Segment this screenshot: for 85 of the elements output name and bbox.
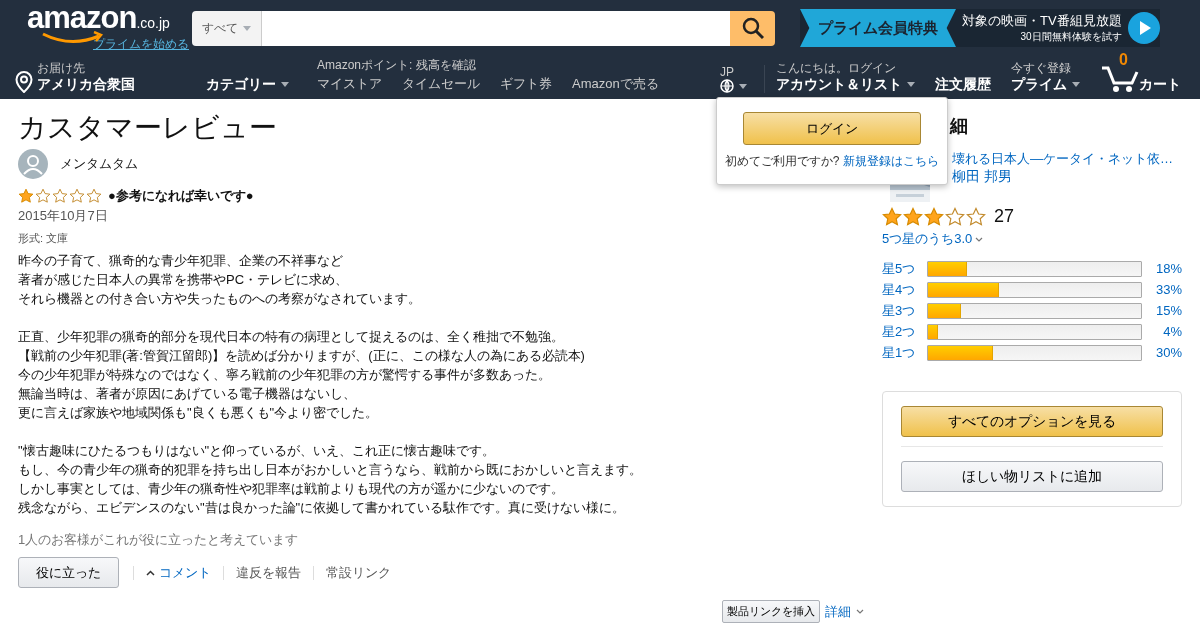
percent-link[interactable]: 33% [1142,282,1182,297]
play-icon [1127,12,1160,44]
search-icon [740,16,765,40]
promo-title: 対象の映画・TV番組見放題 [962,12,1122,30]
cart-count: 0 [1119,51,1128,69]
prime-link[interactable]: プライムを始める [93,36,192,53]
caret-icon [243,25,251,31]
average-rating-link[interactable]: 5つ星のうち3.0 [882,230,973,248]
review-count: 27 [994,206,1015,227]
filled-star-icon [924,206,944,227]
review-paragraph: "懐古趣味にひたるつもりはない"と仰っているが、いえ、これ正に懐古趣味です。 もし、今の青少年の猟奇的犯罪を持ち出し日本がおかしいと言うなら、戦前から既におかしいと言えます。 しかし事実としては、青少年の猟奇性や犯罪率は戦前よりも現代の方が遥かに少ないのです。 残念ながら、エビデンスのない"昔は良かった論"に依拠して書かれている駄作です。真に受けない様に。 [18,442,643,517]
language-label[interactable]: JP [720,65,764,79]
nav-link[interactable]: タイムセール [402,75,480,93]
caret-icon [739,83,747,89]
cart-label[interactable]: カート [1139,75,1181,93]
author-link[interactable]: 柳田 邦男 [952,168,1173,186]
empty-star-icon [966,206,986,227]
section-heading: 細 [950,115,969,138]
percent-link[interactable]: 15% [1142,303,1182,318]
location-pin-icon [15,71,33,93]
search-button[interactable] [730,10,775,46]
rating-bar[interactable] [927,344,1142,361]
star-level-link[interactable]: 星5つ [882,259,927,278]
review-paragraph: 正直、少年犯罪の猟奇的部分を現代日本の特有の病理として捉えるのは、全く稚拙で不勉強。 【戦前の少年犯罪(著:管賀江留郎)】を読めば分かりますが、(正に、この様な人の為にある必読本) 今の少年犯罪が特殊なのではなく、寧ろ戦前の少年犯罪の方が驚愕する事件が多数あった。 無論当時は、著者が原因にあげている電子機器はないし、 更に言えば家族や地域関係も"良くも悪くも"今より密でした。 [18,328,586,422]
globe-icon[interactable] [720,79,734,93]
review-paragraph: 昨今の子育て、猟奇的な青少年犯罪、企業の不祥事など 著者が感じた日本人の異常を携帯やPC・テレビに求め、 それら機器との付き合い方や失ったものへの考察がなされています。 [18,252,422,308]
prime-badge: プライム会員特典 [800,9,956,47]
helpful-count: 1人のお客様がこれが役に立ったと考えています [18,531,300,549]
nav-link[interactable]: Amazonで売る [572,75,659,93]
rating-bar[interactable] [927,260,1142,277]
options-button[interactable]: すべてのオプションを見る [901,406,1163,437]
format-label: 形式: 文庫 [18,231,70,246]
category-dropdown[interactable]: すべて [192,10,262,46]
report-link[interactable]: 違反を報告 [223,565,313,580]
filled-star-icon [903,206,923,227]
category-menu[interactable]: カテゴリー [206,75,317,93]
promo-subtitle: 30日間無料体験を試す [1020,30,1122,44]
permalink[interactable]: 常設リンク [313,565,403,580]
star-level-link[interactable]: 星1つ [882,343,927,362]
new-customer-prompt: 初めてご利用ですか? [724,153,840,170]
rating-bar[interactable] [927,281,1142,298]
rating-bar[interactable] [927,302,1142,319]
product-title-link[interactable]: 壊れる日本人―ケータイ・ネット依… [952,150,1173,168]
chevron-up-icon [146,569,155,576]
nav-link[interactable]: マイストア [317,75,382,93]
helpful-button[interactable]: 役に立った [18,557,119,588]
page-heading: カスタマーレビュー [18,111,277,145]
reviewer-name[interactable]: メンタムタム [60,155,138,173]
signin-button[interactable]: ログイン [743,112,921,145]
points-link[interactable]: Amazonポイント: 残高を確認 [317,58,720,72]
caret-icon [907,81,915,87]
rating-bar[interactable] [927,323,1142,340]
review-title: ●参考になれば幸いです● [108,187,254,205]
star-level-link[interactable]: 星3つ [882,301,927,320]
deliver-location[interactable]: アメリカ合衆国 [37,75,135,93]
filled-star-icon [18,188,34,204]
details-link[interactable]: 詳細 [825,602,851,621]
prime-banner[interactable]: プライム会員特典 対象の映画・TV番組見放題 30日間無料体験を試す [800,9,1160,47]
empty-star-icon [945,206,965,227]
chevron-down-icon [975,236,984,242]
account-menu[interactable]: アカウント＆リスト [776,75,935,93]
wishlist-button[interactable]: ほしい物リストに追加 [901,461,1163,492]
logo[interactable]: amazon.co.jp [27,3,192,38]
comment-link[interactable]: コメント [159,565,211,580]
avatar-icon [18,149,48,179]
register-link[interactable]: 新規登録はこちら [843,153,940,170]
nav-link[interactable]: ギフト券 [500,75,552,93]
percent-link[interactable]: 30% [1142,345,1182,360]
star-level-link[interactable]: 星2つ [882,322,927,341]
percent-link[interactable]: 18% [1142,261,1182,276]
filled-star-icon [882,206,902,227]
review-date: 2015年10月7日 [18,207,109,225]
percent-link[interactable]: 4% [1142,324,1182,339]
greeting: こんにちは。ログイン [776,61,897,75]
caret-icon [1072,81,1080,87]
prime-menu[interactable]: プライム [1011,75,1101,93]
cart-icon[interactable] [1101,65,1139,93]
prime-signup-label: 今すぐ登録 [1011,61,1072,75]
deliver-label: お届け先 [37,61,86,75]
search-field[interactable] [262,10,730,46]
insert-link-button[interactable]: 製品リンクを挿入 [722,600,820,623]
orders-link[interactable]: 注文履歴 [935,75,1011,93]
chevron-down-icon [856,609,864,614]
caret-icon [281,81,289,87]
star-level-link[interactable]: 星4つ [882,280,927,299]
